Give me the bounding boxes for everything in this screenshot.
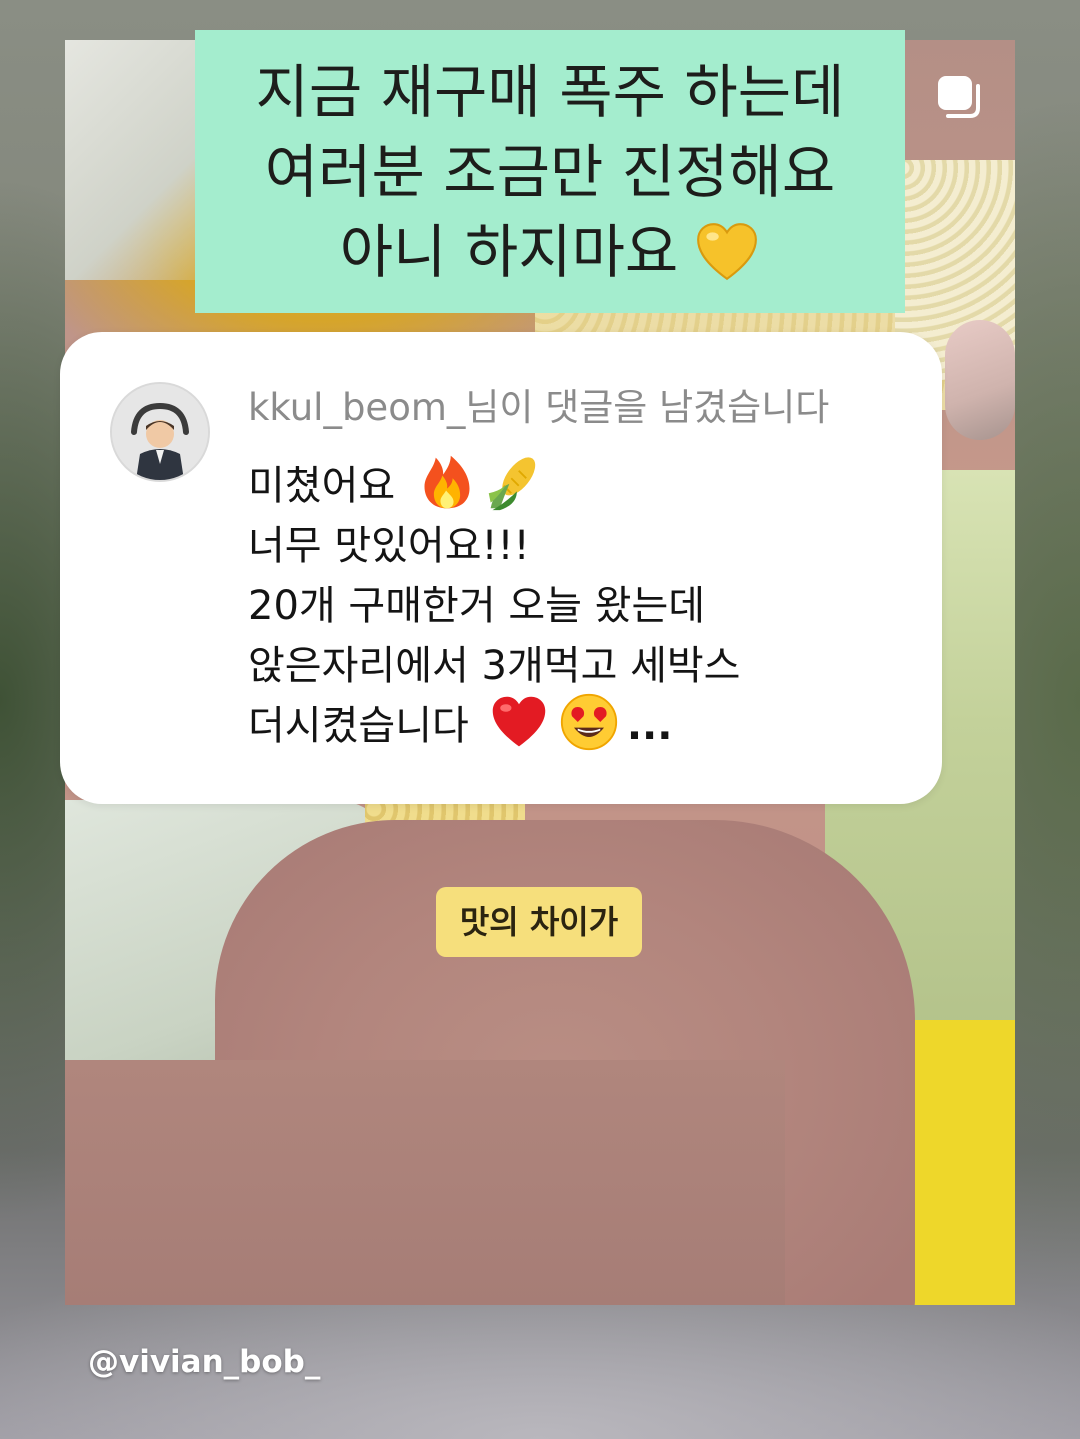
comment-username: kkul_beom_님이 댓글을 남겼습니다 — [248, 386, 830, 429]
glitter-nail — [945, 320, 1015, 440]
comment-line-3: 20개 구매한거 오늘 왔는데 — [248, 583, 706, 629]
watermark-handle: @vivian_bob_ — [88, 1344, 321, 1380]
comment-line-2: 너무 맛있어요!!! — [248, 523, 530, 569]
comment-card[interactable]: kkul_beom_님이 댓글을 남겼습니다 미쳤어요 너무 맛있어요!!! 2… — [60, 332, 942, 804]
caption-line-3: 아니 하지마요 — [195, 212, 905, 292]
comment-body: 미쳤어요 너무 맛있어요!!! 20개 구매한거 오늘 왔는데 앉은자리에서 3… — [248, 455, 908, 756]
header-caption: 지금 재구매 폭주 하는데 여러분 조금만 진정해요 아니 하지마요 — [195, 30, 905, 313]
forearm — [65, 1060, 785, 1305]
avatar-image — [112, 384, 208, 480]
yellow-heart-icon — [697, 223, 758, 280]
comment-line-4: 앉은자리에서 3개먹고 세박스 — [248, 643, 741, 689]
comment-line-5: 더시켰습니다... — [248, 693, 908, 756]
multiple-images-icon[interactable] — [936, 74, 982, 120]
comment-line-5-text: 더시켰습니다 — [248, 703, 469, 749]
fire-icon — [424, 455, 470, 509]
comment-line-1: 미쳤어요 — [248, 455, 908, 516]
caption-line-1: 지금 재구매 폭주 하는데 — [255, 58, 845, 126]
avatar[interactable] — [110, 382, 210, 482]
comment-line-1-text: 미쳤어요 — [248, 463, 396, 509]
heart-eyes-icon — [560, 693, 617, 751]
red-heart-icon — [492, 696, 546, 747]
corn-icon — [488, 457, 536, 511]
video-subtitle: 맛의 차이가 — [436, 887, 642, 957]
comment-ellipsis: ... — [626, 703, 673, 749]
caption-line-2: 여러분 조금만 진정해요 — [264, 138, 836, 206]
caption-line-3-text: 아니 하지마요 — [339, 218, 679, 286]
